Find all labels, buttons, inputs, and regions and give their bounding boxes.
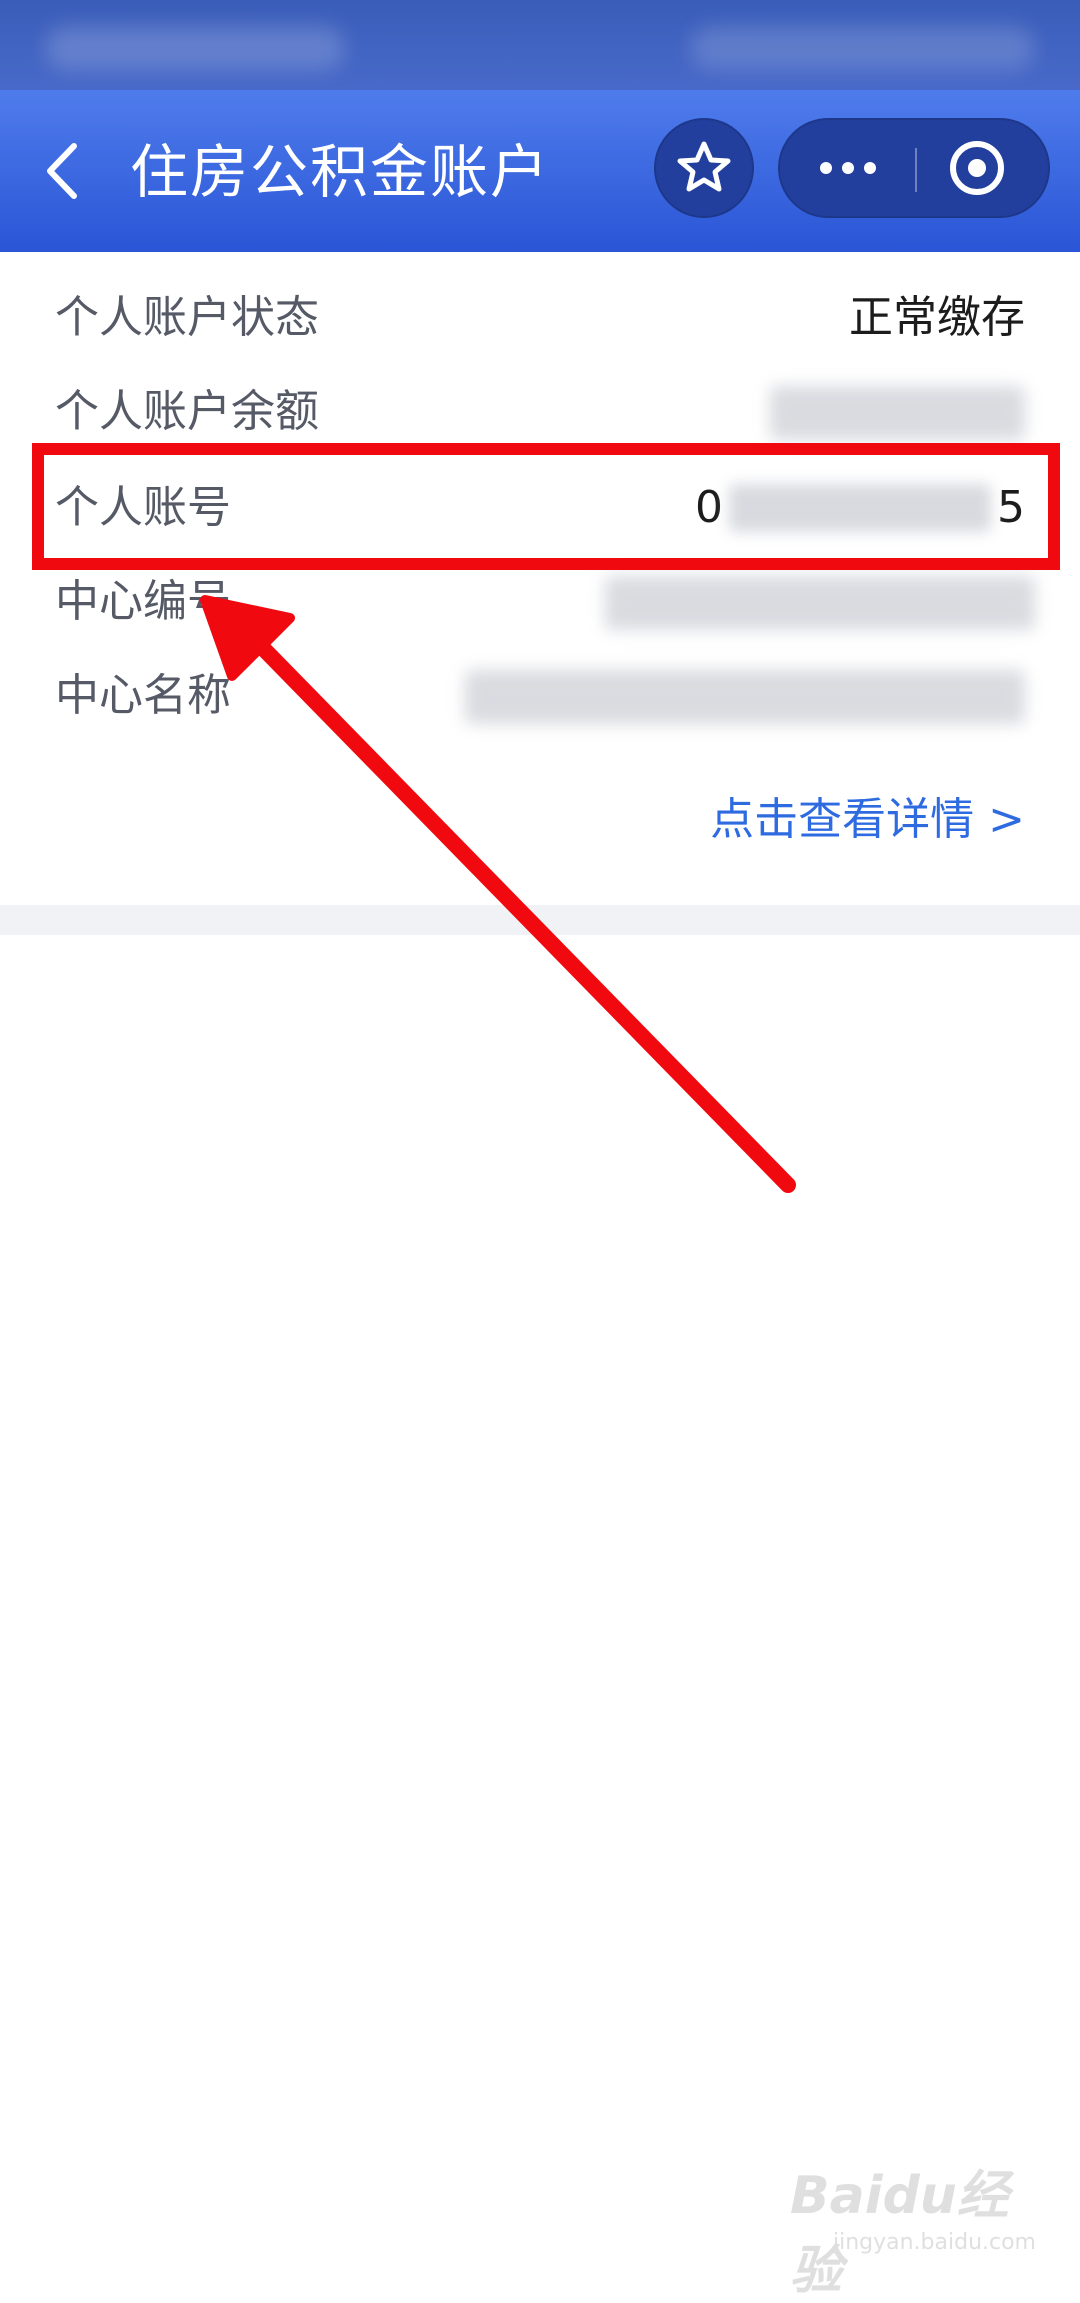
title-bar: 住房公积金账户 <box>0 90 1080 252</box>
account-status-value: 正常缴存 <box>849 292 1025 343</box>
view-details-link[interactable]: 点击查看详情 > <box>710 785 1025 855</box>
account-number-start: 0 <box>695 482 723 533</box>
mini-program-capsule <box>778 118 1050 218</box>
page-title: 住房公积金账户 <box>130 138 551 206</box>
row-center-code: 中心编号 <box>55 562 1035 642</box>
account-number-value: 0 5 <box>695 468 1025 548</box>
account-number-mask <box>729 484 991 532</box>
back-button[interactable] <box>30 126 110 216</box>
account-balance-label: 个人账户余额 <box>55 386 319 437</box>
more-dots-icon <box>820 162 876 174</box>
section-divider <box>0 905 1080 935</box>
baidu-jingyan-watermark: Baidu经验 jingyan.baidu.com <box>790 2145 1040 2301</box>
favorite-button[interactable] <box>654 118 754 218</box>
row-account-number: 个人账号 0 5 <box>55 468 1025 548</box>
center-code-value-blurred <box>605 576 1035 630</box>
status-bar-left-blurred <box>45 26 345 70</box>
target-close-icon <box>950 141 1004 195</box>
more-button[interactable] <box>780 120 915 216</box>
center-name-label: 中心名称 <box>55 670 231 721</box>
row-account-status: 个人账户状态 正常缴存 <box>55 278 1025 358</box>
account-number-end: 5 <box>997 482 1025 533</box>
account-status-label: 个人账户状态 <box>55 292 319 343</box>
row-center-name: 中心名称 <box>55 656 1025 736</box>
row-account-balance: 个人账户余额 <box>55 372 1025 452</box>
status-bar <box>0 0 1080 90</box>
close-button[interactable] <box>917 120 1052 216</box>
center-code-label: 中心编号 <box>55 576 231 627</box>
watermark-brand: Baidu经验 <box>790 2166 1009 2301</box>
watermark-url: jingyan.baidu.com <box>832 2230 1036 2255</box>
center-name-value-blurred <box>465 670 1025 724</box>
status-bar-right-blurred <box>690 26 1035 70</box>
account-balance-value-blurred <box>770 386 1025 440</box>
chevron-left-icon <box>47 143 77 199</box>
account-number-label: 个人账号 <box>55 482 231 533</box>
star-icon <box>677 141 731 192</box>
